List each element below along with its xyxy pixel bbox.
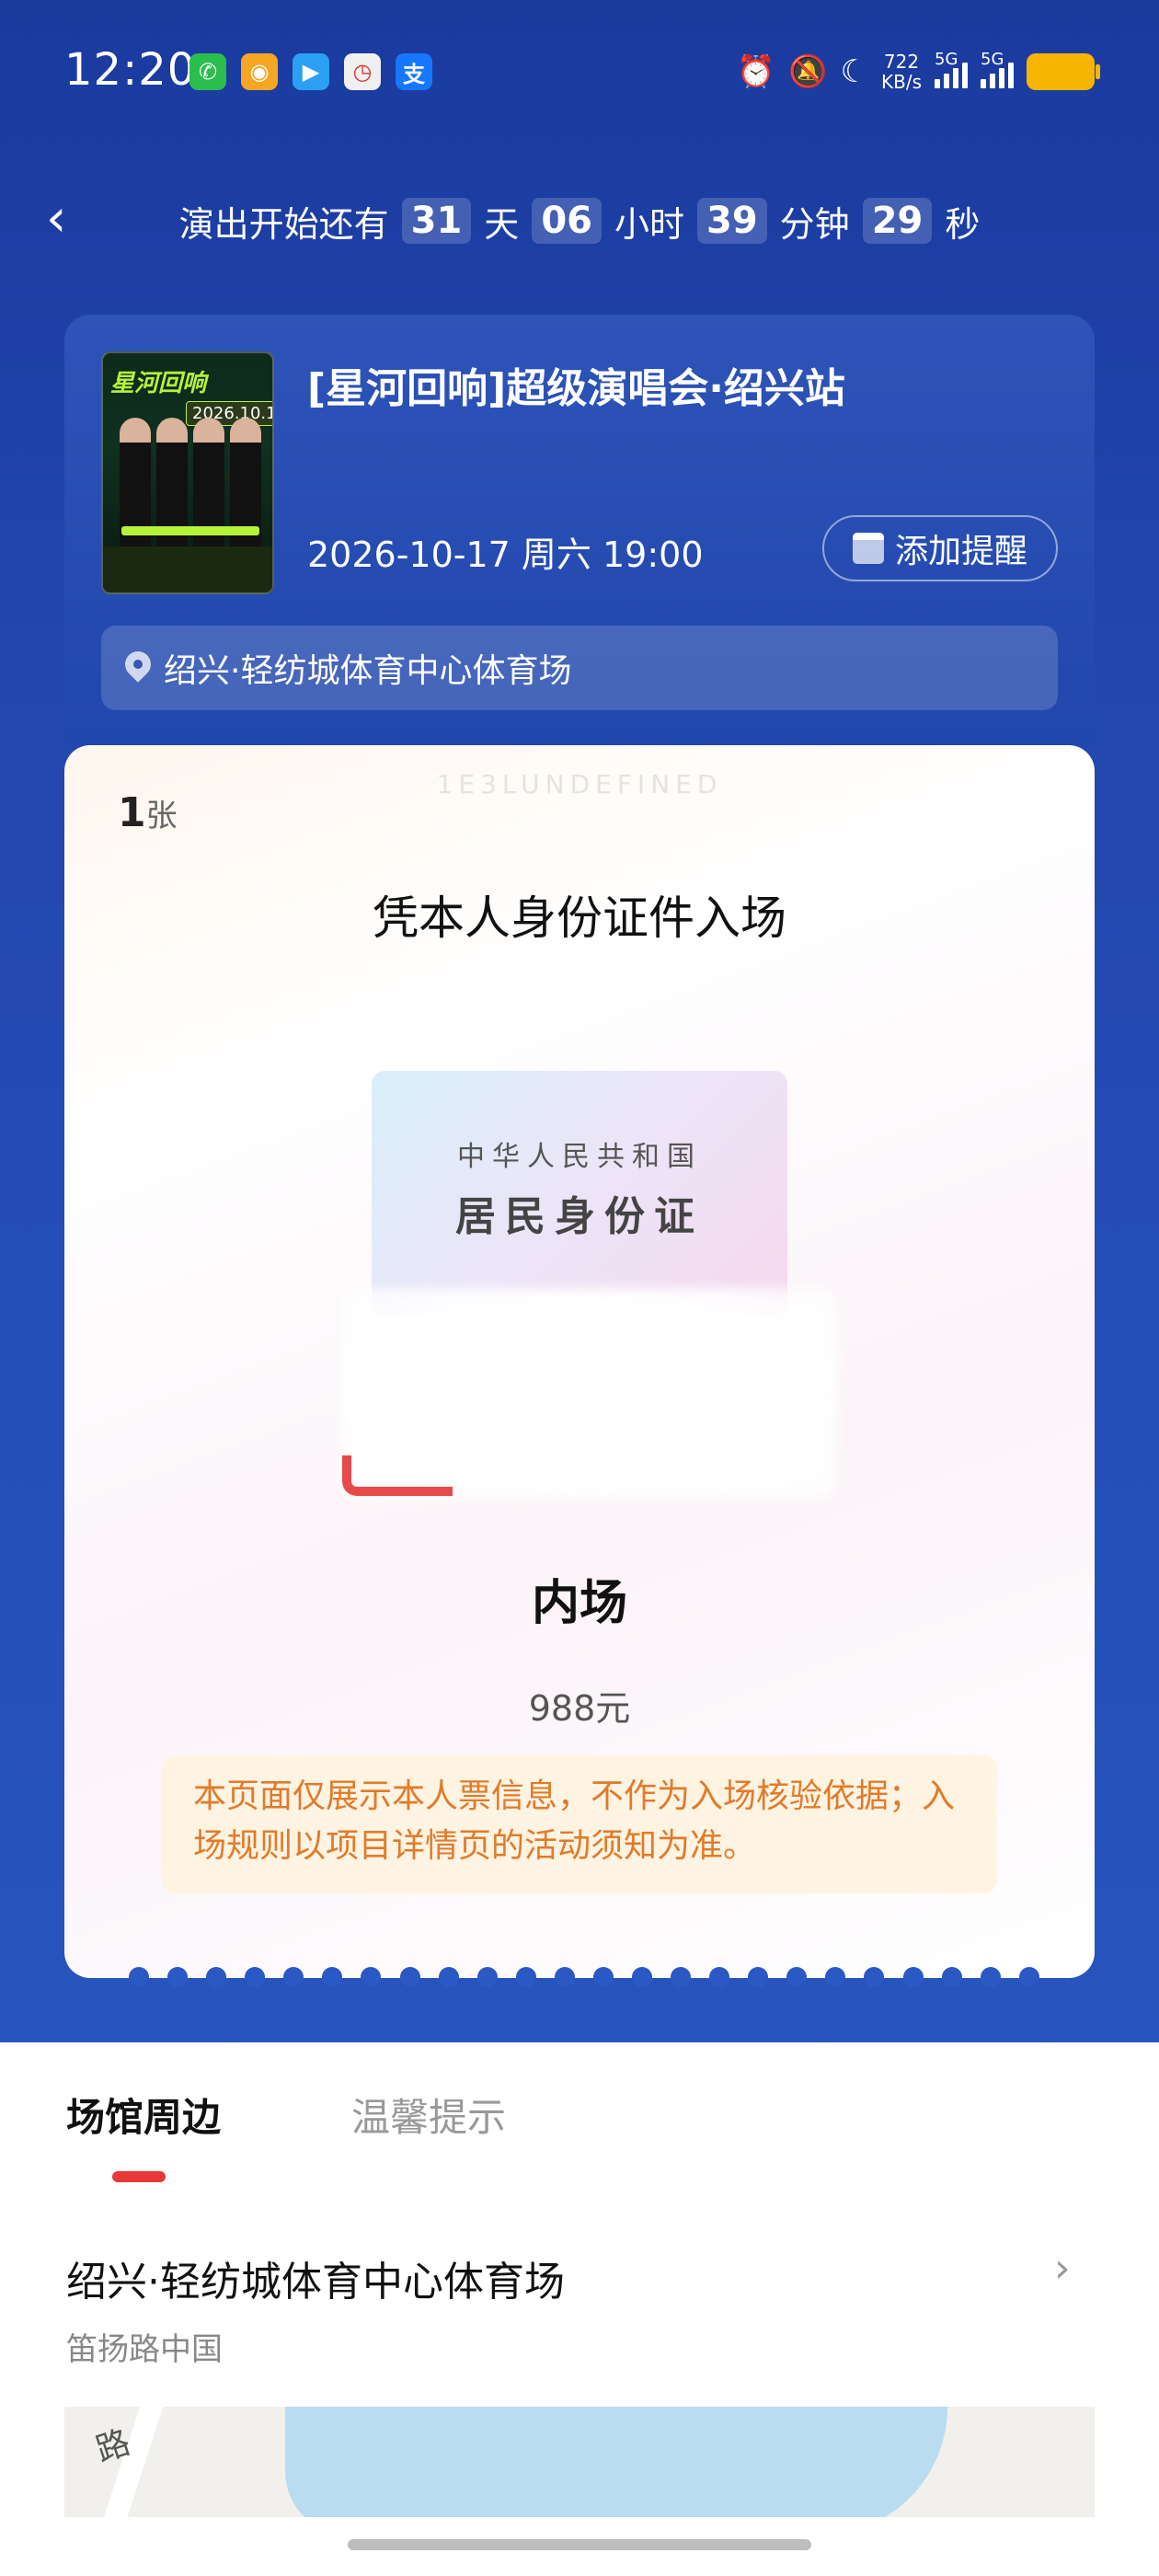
countdown-days-unit: 天 <box>484 203 520 245</box>
ticket-price: 988元 <box>528 1688 631 1729</box>
map-river <box>285 2407 947 2517</box>
event-datetime: 2026-10-17 周六 19:00 <box>307 535 704 575</box>
countdown-seconds: 29 <box>862 198 933 244</box>
mute-bell-icon: 🔕 <box>788 53 828 90</box>
countdown-days: 31 <box>401 198 472 244</box>
home-indicator[interactable] <box>348 2539 811 2550</box>
tab-tips[interactable]: 温馨提示 <box>351 2087 506 2143</box>
countdown-minutes: 39 <box>697 198 767 244</box>
countdown: 演出开始还有 31 天 06 小时 39 分钟 29 秒 <box>0 184 1159 258</box>
poster-ground <box>103 546 272 592</box>
countdown-seconds-unit: 秒 <box>945 203 981 245</box>
calendar-app-icon: ◷ <box>344 53 381 90</box>
signal-label: 5G <box>935 50 958 69</box>
countdown-prefix: 演出开始还有 <box>178 203 389 245</box>
id-card-title: 居民身份证 <box>455 1193 704 1240</box>
add-reminder-label: 添加提醒 <box>894 533 1027 570</box>
venue-name[interactable]: 绍兴·轻纺城体育中心体育场 <box>66 2248 565 2307</box>
alipay-icon: 支 <box>396 53 432 90</box>
location-pin-icon <box>125 651 151 684</box>
alarm-icon: ⏰ <box>736 53 776 90</box>
entry-instruction: 凭本人身份证件入场 <box>373 891 786 945</box>
countdown-hours: 06 <box>532 198 602 244</box>
wechat-icon: ✆ <box>189 53 226 90</box>
chevron-right-icon[interactable]: › <box>1054 2245 1071 2292</box>
countdown-minutes-unit: 分钟 <box>779 203 850 245</box>
ticket-count: 1张 <box>118 789 178 836</box>
venue-bar[interactable]: 绍兴·轻纺城体育中心体育场 <box>101 626 1058 710</box>
calendar-icon <box>852 533 884 564</box>
signal-label-2: 5G <box>981 50 1004 69</box>
weibo-icon: ◉ <box>241 53 278 90</box>
ticket-perforation <box>129 1967 1039 1987</box>
venue-map[interactable] <box>64 2407 1095 2517</box>
venue-address: 笛扬路中国 <box>66 2331 223 2368</box>
ticket-count-value: 1 <box>118 789 146 836</box>
status-time: 12:20 <box>64 44 197 96</box>
battery-icon <box>1027 53 1100 90</box>
id-card-country: 中华人民共和国 <box>457 1141 702 1173</box>
net-speed: 722 KB/s <box>881 52 922 92</box>
status-indicators: ⏰ 🔕 ☾ 722 KB/s 5G 5G <box>736 48 1100 96</box>
tab-venue-surroundings[interactable]: 场馆周边 <box>66 2087 221 2143</box>
moon-icon: ☾ <box>840 53 868 90</box>
signal-icon: 5G <box>935 50 968 88</box>
poster-title: 星河回响 <box>110 370 207 397</box>
event-title: [星河回响]超级演唱会·绍兴站 <box>307 365 845 412</box>
venue-label: 绍兴·轻纺城体育中心体育场 <box>164 652 572 690</box>
countdown-hours-unit: 小时 <box>614 203 684 245</box>
signal-icon-2: 5G <box>981 50 1014 88</box>
ticket-count-unit: 张 <box>145 798 178 834</box>
net-speed-value: 722 <box>883 51 920 73</box>
ticket-notice: 本页面仅展示本人票信息，不作为入场核验依据；入场规则以项目详情页的活动须知为准。 <box>162 1755 997 1893</box>
video-app-icon: ▶ <box>293 53 329 90</box>
add-reminder-button[interactable]: 添加提醒 <box>822 515 1058 581</box>
net-speed-unit: KB/s <box>881 71 922 93</box>
event-poster[interactable]: 星河回响 2026.10.17 <box>101 351 274 594</box>
active-tab-indicator <box>112 2171 166 2182</box>
poster-bar <box>121 526 259 535</box>
ticket-zone: 内场 <box>531 1576 627 1631</box>
redacted-mark <box>342 1455 453 1496</box>
